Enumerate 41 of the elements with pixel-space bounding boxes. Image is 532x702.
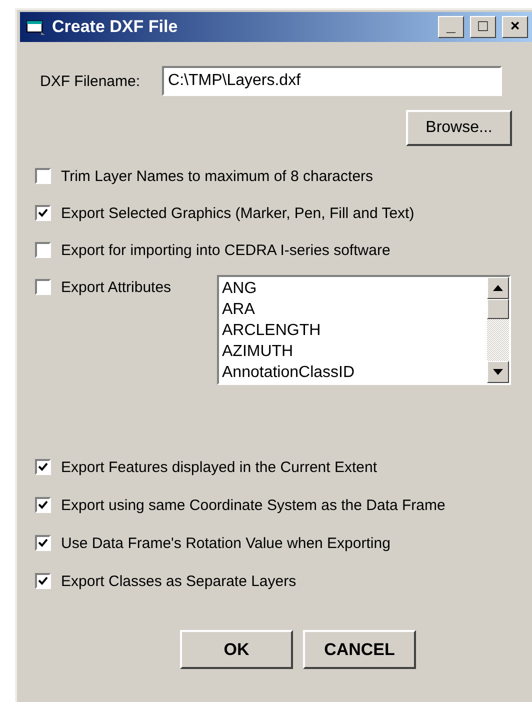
- field-label: DXF Filename:: [40, 72, 140, 90]
- list-item[interactable]: AnnotationClassID: [222, 362, 484, 383]
- option-label: Export Classes as Separate Layers: [61, 572, 296, 590]
- maximize-button[interactable]: □: [470, 16, 496, 38]
- checkbox[interactable]: [35, 242, 51, 258]
- minimize-button[interactable]: _: [438, 16, 464, 38]
- checkbox[interactable]: [35, 459, 51, 475]
- filename-field[interactable]: C:\TMP\Layers.dxf: [162, 66, 502, 96]
- check-icon: [38, 462, 48, 472]
- option-label: Export Features displayed in the Current Extent: [61, 458, 377, 476]
- close-button[interactable]: ×: [502, 16, 528, 38]
- list-item[interactable]: ARCLENGTH: [222, 320, 484, 341]
- check-icon: [38, 208, 48, 218]
- check-icon: [38, 538, 48, 548]
- window-icon: [26, 18, 46, 36]
- option-label: Export Attributes: [61, 278, 172, 296]
- option-label: Trim Layer Names to maximum of 8 characters: [61, 168, 374, 184]
- up-arrow-icon: [493, 285, 503, 291]
- ok-button[interactable]: OK: [180, 630, 293, 669]
- option-label: Export Selected Graphics (Marker, Pen, Fill and Text): [61, 204, 414, 222]
- option-label: Export using same Coordinate System as the Data Frame: [61, 496, 446, 514]
- checkbox[interactable]: [35, 497, 51, 513]
- scroll-thumb[interactable]: [487, 299, 509, 319]
- scrollbar[interactable]: [487, 277, 509, 383]
- check-icon: [38, 500, 48, 510]
- checkbox[interactable]: [35, 205, 51, 221]
- check-icon: [38, 576, 48, 586]
- checkbox[interactable]: [35, 535, 51, 551]
- option-label: Export for importing into CEDRA I-series software: [61, 242, 390, 258]
- attribute-list[interactable]: ANG ARA ARCLENGTH AZIMUTH AnnotationClassID: [217, 275, 511, 385]
- list-item[interactable]: AZIMUTH: [222, 341, 484, 362]
- cancel-button[interactable]: CANCEL: [303, 630, 416, 669]
- window-title: Create DXF File: [52, 17, 179, 37]
- list-item[interactable]: ARA: [222, 299, 484, 320]
- checkbox[interactable]: [35, 279, 51, 295]
- down-arrow-icon: [493, 369, 503, 375]
- browse-button[interactable]: Browse...: [406, 110, 512, 146]
- list-item[interactable]: ANG: [222, 278, 484, 299]
- checkbox[interactable]: [35, 573, 51, 589]
- option-label: Use Data Frame's Rotation Value when Exporting: [61, 534, 390, 552]
- checkbox[interactable]: [35, 168, 51, 184]
